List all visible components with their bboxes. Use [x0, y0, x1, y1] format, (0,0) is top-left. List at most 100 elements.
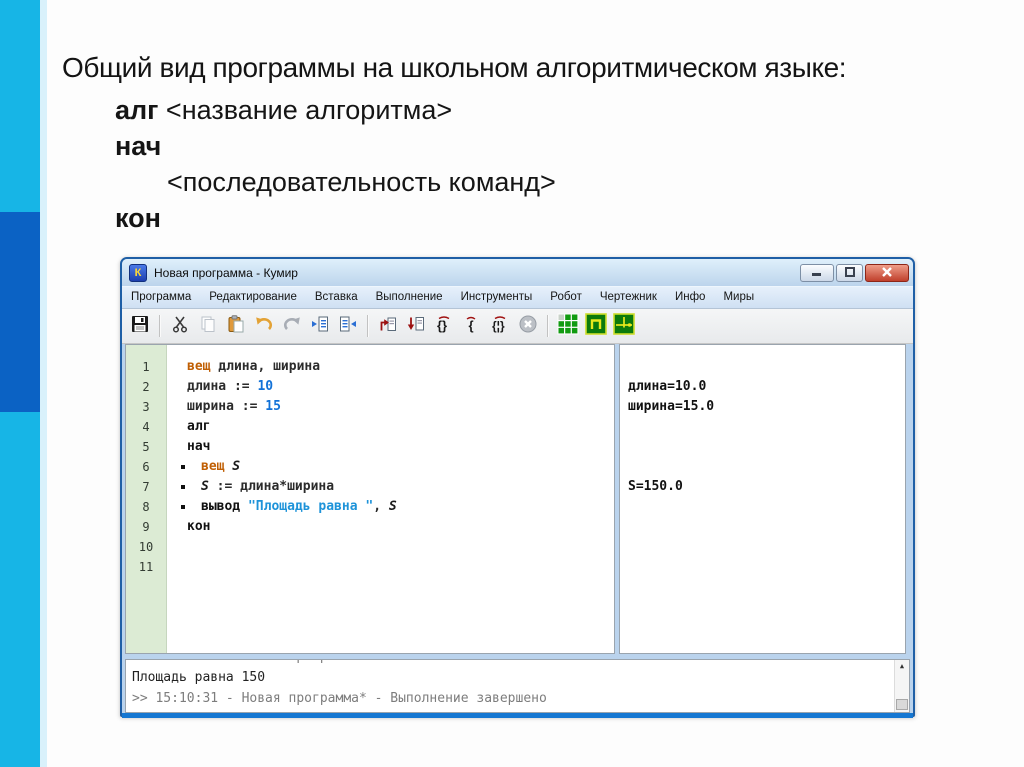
- code-area[interactable]: вещ длина, ширина длина := 10 ширина := 15…: [167, 345, 614, 653]
- indent-button[interactable]: [307, 313, 333, 339]
- menu-item-2[interactable]: Вставка: [306, 287, 367, 308]
- menu-item-7[interactable]: Инфо: [666, 287, 714, 308]
- svg-text:{: {: [469, 318, 474, 333]
- window-titlebar[interactable]: К Новая программа - Кумир: [122, 259, 913, 286]
- drawer-window-button[interactable]: [583, 312, 609, 339]
- line-number: 1: [142, 360, 150, 374]
- toolbar: {} { {¦}: [122, 308, 913, 344]
- stop-button[interactable]: [515, 313, 541, 339]
- menu-item-1[interactable]: Редактирование: [200, 287, 306, 308]
- console-line: Площадь равна 150: [132, 670, 266, 685]
- menu-item-4[interactable]: Инструменты: [452, 287, 542, 308]
- menu-item-0[interactable]: Программа: [122, 287, 200, 308]
- line-number: 7: [142, 480, 150, 494]
- step-braces-button[interactable]: {¦}: [487, 313, 513, 339]
- step-down-button[interactable]: [403, 313, 429, 339]
- insert-brace-button[interactable]: {: [459, 313, 485, 339]
- step-down-icon: [406, 314, 426, 339]
- lead-space: [167, 357, 187, 377]
- robot-field-window-button[interactable]: [555, 313, 581, 339]
- window-controls: [800, 263, 909, 282]
- paste-button[interactable]: [223, 313, 249, 339]
- watch-value: ширина=15.0: [628, 399, 715, 414]
- code-editor-pane[interactable]: 1 2 3 4 5 6 7 8 9 10 11 вещ длина, ширина длина := …: [125, 344, 615, 654]
- toolbar-separator: [547, 315, 549, 337]
- menu-item-8[interactable]: Миры: [714, 287, 763, 308]
- line-number: 9: [142, 520, 150, 534]
- code-line: ширина := 15: [167, 397, 614, 417]
- kumir-window: К Новая программа - Кумир Программа Редак…: [120, 257, 915, 718]
- cut-button[interactable]: [167, 313, 193, 339]
- lead-space: [167, 417, 187, 437]
- code-tokens: ширина := 15: [187, 399, 281, 414]
- window-title: Новая программа - Кумир: [154, 265, 298, 280]
- variable-watch-pane: длина=10.0 ширина=15.0 S=150.0: [619, 344, 906, 654]
- toolbar-separator: [159, 315, 161, 337]
- code-line: длина := 10: [167, 377, 614, 397]
- line-number: 10: [138, 540, 154, 554]
- lead-space: [167, 557, 187, 577]
- menu-item-6[interactable]: Чертежник: [591, 287, 666, 308]
- lead-space: [167, 377, 187, 397]
- svg-text:{¦}: {¦}: [492, 319, 505, 333]
- output-console: >> 15:10:30 - Новая программа - Выполнен…: [125, 659, 910, 713]
- window-bottom-edge: [122, 713, 913, 718]
- statement-bullet: [167, 457, 187, 477]
- menu-item-5[interactable]: Робот: [541, 287, 591, 308]
- line-number: 4: [142, 420, 150, 434]
- undo-icon: [253, 314, 275, 339]
- code-line: алг: [167, 417, 614, 437]
- code-line: вещ длина, ширина: [167, 357, 614, 377]
- outdent-icon: [338, 314, 358, 339]
- undo-button[interactable]: [251, 313, 277, 339]
- code-line: S := длина*ширина: [167, 477, 614, 497]
- code-line: кон: [167, 517, 614, 537]
- slide-title: Общий вид программы на школьном алгоритм…: [62, 52, 847, 83]
- code-tokens: S := длина*ширина: [201, 479, 335, 494]
- code-tokens: вещ длина, ширина: [187, 359, 321, 374]
- line-number: 2: [142, 380, 150, 394]
- menu-item-3[interactable]: Выполнение: [367, 287, 452, 308]
- code-tokens: нач: [187, 439, 211, 454]
- snippet-line: алг <название алгоритма>: [115, 95, 453, 125]
- copy-icon: [198, 314, 218, 339]
- stop-icon: [518, 314, 538, 339]
- minimize-button[interactable]: [800, 263, 834, 282]
- plot-window-button[interactable]: [611, 312, 637, 339]
- copy-button[interactable]: [195, 313, 221, 339]
- snippet-line: кон: [115, 203, 161, 233]
- save-button[interactable]: [127, 313, 153, 339]
- close-button[interactable]: [865, 263, 909, 282]
- indent-icon: [310, 314, 330, 339]
- main-area: 1 2 3 4 5 6 7 8 9 10 11 вещ длина, ширина длина := …: [125, 344, 910, 654]
- code-line: вещ S: [167, 457, 614, 477]
- toolbar-separator: [367, 315, 369, 337]
- slide-code-snippet: алг <название алгоритма> нач <последовател…: [115, 92, 556, 236]
- robot-field-window-icon: [557, 313, 579, 340]
- console-line: >> 15:10:31 - Новая программа* - Выполне…: [132, 691, 547, 706]
- kumir-app-icon: К: [129, 263, 147, 282]
- minimize-icon: [811, 264, 823, 282]
- redo-button[interactable]: [279, 313, 305, 339]
- line-number: 6: [142, 460, 150, 474]
- code-line: вывод "Площадь равна ", S: [167, 497, 614, 517]
- code-tokens: алг: [187, 419, 211, 434]
- insert-braces-icon: {}: [433, 314, 455, 339]
- scrollbar-thumb[interactable]: [896, 699, 908, 710]
- lead-space: [167, 537, 187, 557]
- insert-braces-button[interactable]: {}: [431, 313, 457, 339]
- console-line: >> 15:10:30 - Новая программа - Выполнен…: [132, 660, 893, 667]
- watch-value: S=150.0: [628, 479, 683, 494]
- console-scrollbar[interactable]: ▲: [894, 660, 909, 712]
- code-tokens: вещ S: [201, 459, 241, 474]
- lead-space: [167, 437, 187, 457]
- save-icon: [130, 314, 150, 339]
- outdent-button[interactable]: [335, 313, 361, 339]
- line-number: 8: [142, 500, 150, 514]
- scroll-up-arrow-icon[interactable]: ▲: [895, 662, 909, 670]
- step-into-button[interactable]: [375, 313, 401, 339]
- code-tokens: длина := 10: [187, 379, 274, 394]
- sidebar-stripe-pale: [40, 0, 47, 767]
- code-line: нач: [167, 437, 614, 457]
- maximize-button[interactable]: [836, 263, 863, 282]
